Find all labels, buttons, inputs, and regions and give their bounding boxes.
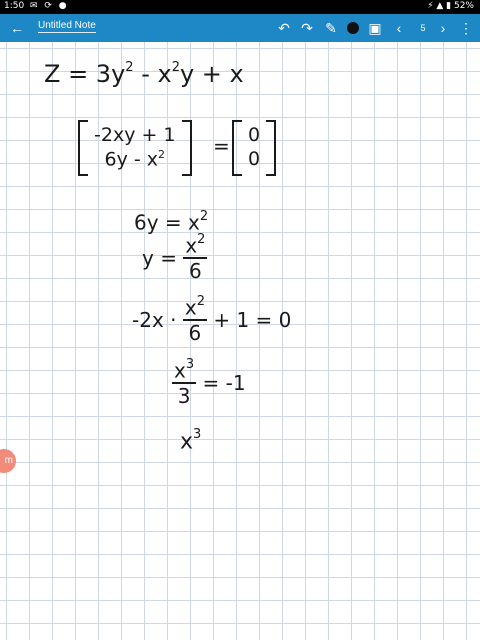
status-right: ⚡ ▲ ▮ 52% <box>427 1 474 11</box>
equation-substituted: -2x · x2 6 + 1 = 0 <box>132 294 292 345</box>
status-time: 1:50 <box>4 1 25 11</box>
notification-icons: ✉ ⟳ ● <box>30 1 69 11</box>
matrix-row-2: 6y - x2 <box>104 147 166 171</box>
pen-color-button[interactable] <box>347 22 359 34</box>
undo-icon[interactable]: ↶ <box>273 14 295 42</box>
zero-row-2: 0 <box>248 148 261 170</box>
page-number: 5 <box>420 23 426 33</box>
zero-row-1: 0 <box>248 124 261 147</box>
app-bar: ← Untitled Note ↶ ↷ ✎ ▣ ‹ 5 › ⋮ <box>0 14 480 42</box>
status-bar: 1:50 ✉ ⟳ ● ⚡ ▲ ▮ 52% <box>0 0 480 14</box>
more-options-icon[interactable]: ⋮ <box>455 14 477 42</box>
redo-icon[interactable]: ↷ <box>296 14 318 42</box>
note-title-input[interactable]: Untitled Note <box>38 20 96 33</box>
gradient-matrix: -2xy + 1 6y - x2 <box>78 120 192 176</box>
next-page-icon[interactable]: › <box>432 14 454 42</box>
battery-level: 52% <box>453 1 474 11</box>
pen-icon[interactable]: ✎ <box>320 14 342 42</box>
equation-6y: 6y = x2 <box>134 209 209 235</box>
back-arrow-icon[interactable]: ← <box>6 14 28 42</box>
zero-vector: 0 0 <box>232 120 277 176</box>
matrix-row-1: -2xy + 1 <box>94 124 176 147</box>
note-canvas[interactable]: Z = 3y2 - x2y + x -2xy + 1 6y - x2 = 0 0… <box>0 42 480 640</box>
equation-x-cubed: x3 3 = -1 <box>172 357 246 408</box>
equation-z: Z = 3y2 - x2y + x <box>44 60 244 88</box>
signal-icon: ⚡ ▲ ▮ <box>427 1 452 11</box>
equals-sign: = <box>213 134 230 158</box>
equation-x-cubed-partial: x3 <box>180 427 202 455</box>
image-icon[interactable]: ▣ <box>364 14 386 42</box>
previous-page-icon[interactable]: ‹ <box>388 14 410 42</box>
equation-y-fraction: y = x2 6 <box>142 232 208 283</box>
